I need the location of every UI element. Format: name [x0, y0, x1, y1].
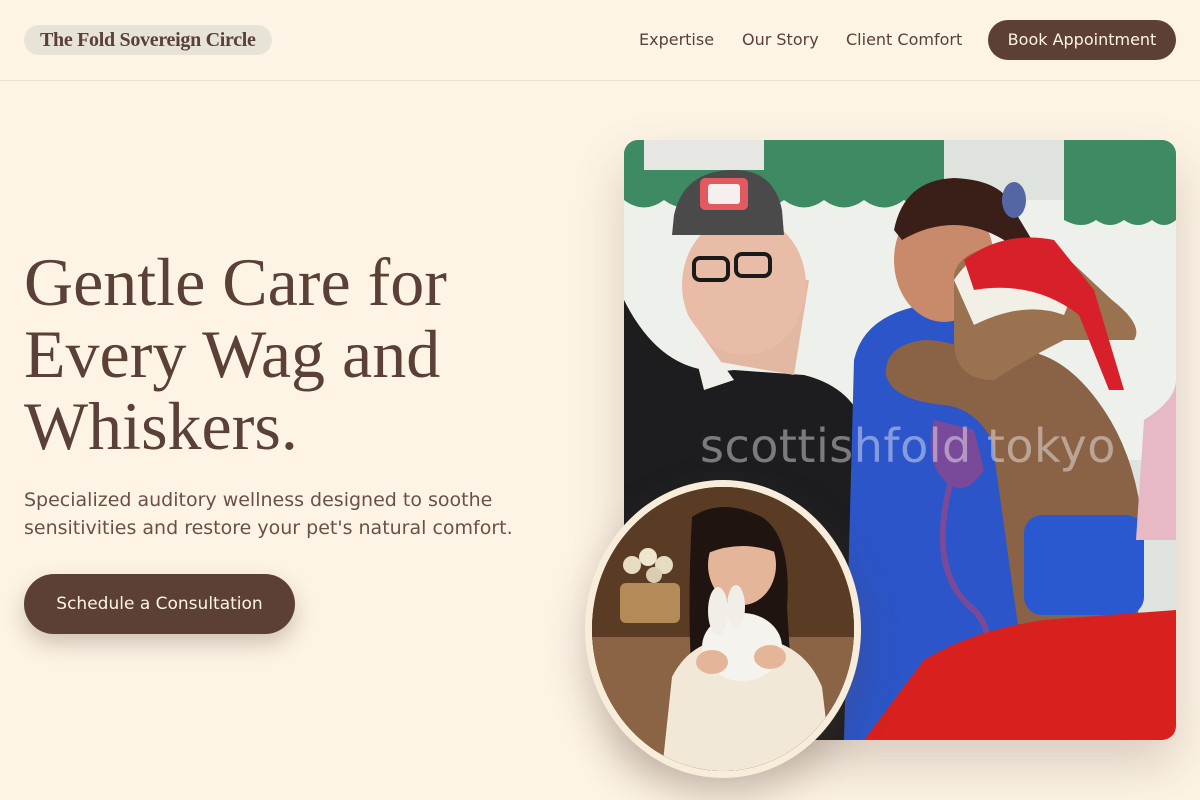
hero-subtitle-line: sensitivities and restore your pet's nat…	[24, 517, 513, 539]
hero-title-line: Gentle Care for	[24, 244, 447, 320]
hero-title: Gentle Care for Every Wag and Whiskers.	[24, 246, 564, 462]
woman-bunny-illustration	[592, 487, 854, 771]
image-watermark: scottishfold tokyo	[700, 419, 1116, 473]
schedule-consultation-button[interactable]: Schedule a Consultation	[24, 574, 295, 634]
hero-title-line: Whiskers.	[24, 388, 298, 464]
woman-holding-bunny-photo	[585, 480, 861, 778]
main-nav: Expertise Our Story Client Comfort Book …	[0, 0, 1200, 80]
nav-link-client-comfort[interactable]: Client Comfort	[846, 30, 962, 50]
site-header: The Fold Sovereign Circle Expertise Our …	[0, 0, 1200, 81]
hero-title-line: Every Wag and	[24, 316, 441, 392]
nav-link-our-story[interactable]: Our Story	[742, 30, 819, 50]
hero-subtitle-line: Specialized auditory wellness designed t…	[24, 489, 493, 511]
book-appointment-button[interactable]: Book Appointment	[988, 20, 1176, 60]
hero-subtitle: Specialized auditory wellness designed t…	[24, 486, 544, 542]
nav-link-expertise[interactable]: Expertise	[639, 30, 714, 50]
